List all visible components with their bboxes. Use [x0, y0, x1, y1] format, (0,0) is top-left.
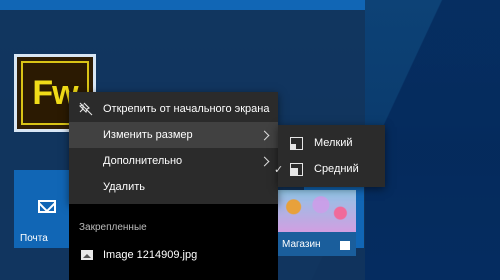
- small-tile-icon: [290, 136, 303, 150]
- menu-item-resize[interactable]: Изменить размер: [69, 122, 278, 148]
- tile-top-row[interactable]: [0, 0, 365, 10]
- resize-submenu: Мелкий ✓ Средний: [274, 125, 385, 187]
- menu-item-label: Удалить: [103, 181, 145, 193]
- menu-item-label: Открепить от начального экрана: [103, 103, 270, 115]
- checkmark-icon: ✓: [274, 163, 284, 176]
- mail-icon: [38, 200, 56, 213]
- store-bag-icon: [340, 241, 350, 250]
- tile-mail-label: Почта: [20, 233, 48, 244]
- submenu-item-label: Мелкий: [314, 137, 353, 149]
- medium-tile-icon: [290, 162, 303, 176]
- submenu-item-small[interactable]: Мелкий: [278, 130, 385, 156]
- submenu-item-label: Средний: [314, 163, 359, 175]
- menu-item-unpin[interactable]: Открепить от начального экрана: [69, 96, 278, 122]
- jump-list-item[interactable]: Image 1214909.jpg: [69, 242, 278, 268]
- jump-list: Закрепленные Image 1214909.jpg: [69, 204, 278, 280]
- menu-item-more[interactable]: Дополнительно: [69, 148, 278, 174]
- submenu-item-medium[interactable]: ✓ Средний: [274, 156, 385, 182]
- context-menu: Открепить от начального экрана Изменить …: [69, 92, 278, 204]
- chevron-right-icon: [259, 156, 270, 166]
- image-file-icon: [81, 250, 93, 260]
- tile-store[interactable]: Магазин: [278, 190, 356, 256]
- chevron-right-icon: [259, 130, 270, 140]
- menu-item-uninstall[interactable]: Удалить: [69, 174, 278, 200]
- menu-item-label: Дополнительно: [103, 155, 183, 167]
- store-tile-image: [278, 190, 356, 232]
- jump-list-header: Закрепленные: [79, 222, 147, 233]
- unpin-icon: [79, 102, 93, 116]
- tile-store-label: Магазин: [282, 239, 321, 250]
- menu-item-label: Изменить размер: [103, 129, 193, 141]
- tile-mail[interactable]: Почта: [14, 170, 70, 248]
- jump-list-item-label: Image 1214909.jpg: [103, 249, 198, 261]
